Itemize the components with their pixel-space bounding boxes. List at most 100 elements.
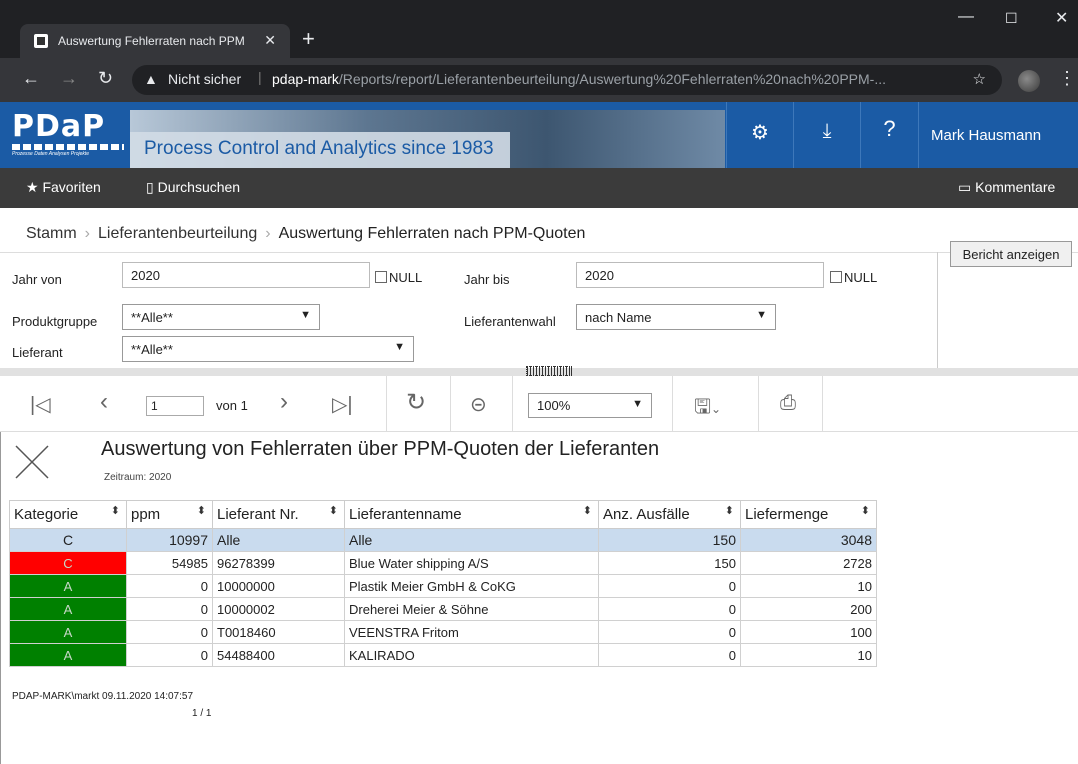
sort-icon[interactable]: ⬍ xyxy=(197,504,206,517)
toolbar-divider xyxy=(512,376,513,432)
cell-kategorie: A xyxy=(9,643,127,667)
cell-liefermenge: 2728 xyxy=(740,551,877,575)
minimize-icon[interactable]: — xyxy=(958,8,974,26)
column-header-label: ppm xyxy=(131,506,161,523)
browse-menu[interactable]: ▯ Durchsuchen xyxy=(146,179,240,196)
toolbar-divider xyxy=(386,376,387,432)
tab-title: Auswertung Fehlerraten nach PPM xyxy=(58,34,245,48)
export-save-icon[interactable]: 🖫⌄ xyxy=(694,392,721,426)
download-icon[interactable]: ⤓ xyxy=(793,102,860,168)
cell-liefermenge: 3048 xyxy=(740,528,877,552)
first-page-icon[interactable]: |◁ xyxy=(30,392,51,417)
null-label: NULL xyxy=(389,270,423,285)
url-input[interactable]: ▲ Nicht sicher | pdap-mark/Reports/repor… xyxy=(132,65,1002,95)
chevron-down-icon: ▼ xyxy=(394,341,405,353)
reload-icon[interactable]: ↻ xyxy=(98,68,113,89)
browse-label: Durchsuchen xyxy=(157,179,241,195)
column-header-label: Lieferant Nr. xyxy=(217,506,299,523)
favorites-menu[interactable]: ★ Favoriten xyxy=(26,179,101,196)
page-count-label: von 1 xyxy=(216,398,248,413)
banner-text: Process Control and Analytics since 1983 xyxy=(130,132,510,168)
toolbar-divider xyxy=(822,376,823,432)
breadcrumb-item-lieferantenbeurteilung[interactable]: Lieferantenbeurteilung xyxy=(98,225,257,242)
column-header-kategorie[interactable]: Kategorie ⬍ xyxy=(9,500,127,529)
cell-kategorie: A xyxy=(9,574,127,598)
bookmark-star-icon[interactable]: ☆ xyxy=(973,70,986,88)
supplier-choice-label: Lieferantenwahl xyxy=(464,314,556,329)
column-header-liefermenge[interactable]: Liefermenge ⬍ xyxy=(740,500,877,529)
last-page-icon[interactable]: ▷| xyxy=(332,392,353,417)
print-icon[interactable]: ⎙ xyxy=(780,392,796,415)
forward-icon[interactable]: → xyxy=(60,68,78,89)
breadcrumb-item-stamm[interactable]: Stamm xyxy=(26,225,77,242)
sort-icon[interactable]: ⬍ xyxy=(725,504,734,517)
maximize-icon[interactable]: ☐ xyxy=(1005,10,1018,27)
cell-lieferant-nr: 10000002 xyxy=(212,597,345,621)
browser-menu-icon[interactable]: ⋮ xyxy=(1058,68,1076,89)
table-row: A 0 10000002 Dreherei Meier & Söhne 0 20… xyxy=(9,597,877,621)
splitter-grip-icon[interactable] xyxy=(526,366,572,376)
chevron-down-icon: ▼ xyxy=(632,398,643,410)
folder-icon: ▯ xyxy=(146,179,158,195)
zoom-select[interactable]: 100% ▼ xyxy=(528,393,652,418)
year-to-input[interactable]: 2020 xyxy=(576,262,824,288)
sort-icon[interactable]: ⬍ xyxy=(111,504,120,517)
sort-icon[interactable]: ⬍ xyxy=(329,504,338,517)
menu-bar: ★ Favoriten ▯ Durchsuchen ▭ Kommentare xyxy=(0,168,1078,208)
year-from-input[interactable]: 2020 xyxy=(122,262,370,288)
cell-ppm: 10997 xyxy=(126,528,213,552)
tab-close-icon[interactable]: ✕ xyxy=(264,32,276,49)
refresh-icon[interactable]: ↻ xyxy=(406,388,426,417)
cell-anz-ausfaelle: 0 xyxy=(598,597,741,621)
browser-tab-bar: Auswertung Fehlerraten nach PPM ✕ + — ☐ … xyxy=(0,0,1078,58)
back-to-parent-icon[interactable]: ⊝ xyxy=(470,392,487,417)
cell-anz-ausfaelle: 150 xyxy=(598,551,741,575)
checkbox-icon xyxy=(375,271,387,283)
supplier-choice-value: nach Name xyxy=(585,310,652,325)
supplier-select[interactable]: **Alle** ▼ xyxy=(122,336,414,362)
next-page-icon[interactable]: › xyxy=(280,388,288,416)
profile-avatar[interactable] xyxy=(1018,70,1040,92)
previous-page-icon[interactable]: ‹ xyxy=(100,388,108,416)
column-header-ppm[interactable]: ppm ⬍ xyxy=(126,500,213,529)
column-header-lieferant-nr[interactable]: Lieferant Nr. ⬍ xyxy=(212,500,345,529)
help-icon[interactable]: ? xyxy=(860,102,918,168)
show-report-button[interactable]: Bericht anzeigen xyxy=(950,241,1072,267)
year-to-null-checkbox[interactable]: NULL xyxy=(830,270,877,285)
product-group-select[interactable]: **Alle** ▼ xyxy=(122,304,320,330)
cell-lieferantenname: Blue Water shipping A/S xyxy=(344,551,599,575)
report-table: Kategorie ⬍ ppm ⬍ Lieferant Nr. ⬍ Lieferant… xyxy=(9,500,877,667)
window-close-icon[interactable]: ✕ xyxy=(1055,8,1068,28)
comments-menu[interactable]: ▭ Kommentare xyxy=(958,179,1055,196)
pdap-logo[interactable]: PDaP Prozesse Daten Analysen Projekte xyxy=(12,112,127,162)
chevron-down-icon: ▼ xyxy=(756,309,767,321)
supplier-choice-select[interactable]: nach Name ▼ xyxy=(576,304,776,330)
column-header-anz-ausfaelle[interactable]: Anz. Ausfälle ⬍ xyxy=(598,500,741,529)
checkbox-icon xyxy=(830,271,842,283)
column-header-lieferantenname[interactable]: Lieferantenname ⬍ xyxy=(344,500,599,529)
url-text: pdap-mark/Reports/report/Lieferantenbeur… xyxy=(272,71,886,87)
sort-icon[interactable]: ⬍ xyxy=(583,504,592,517)
column-header-label: Anz. Ausfälle xyxy=(603,506,690,523)
breadcrumb: Stamm › Lieferantenbeurteilung › Auswertung … xyxy=(26,225,585,243)
chevron-right-icon: › xyxy=(84,225,90,242)
sort-icon[interactable]: ⬍ xyxy=(861,504,870,517)
page-number-input[interactable]: 1 xyxy=(146,396,204,416)
comment-icon: ▭ xyxy=(958,179,976,195)
insecure-label: Nicht sicher xyxy=(168,71,242,87)
chevron-right-icon: › xyxy=(265,225,271,242)
settings-gear-icon[interactable]: ⚙ xyxy=(726,102,793,168)
column-header-label: Liefermenge xyxy=(745,506,829,523)
user-menu[interactable]: Mark Hausmann xyxy=(918,102,1078,168)
header-banner: Process Control and Analytics since 1983 xyxy=(130,110,725,168)
browser-tab[interactable]: Auswertung Fehlerraten nach PPM ✕ xyxy=(20,24,290,58)
year-from-null-checkbox[interactable]: NULL xyxy=(375,270,422,285)
url-path: /Reports/report/Lieferantenbeurteilung/A… xyxy=(338,71,887,87)
new-tab-icon[interactable]: + xyxy=(302,26,315,52)
cell-liefermenge: 10 xyxy=(740,574,877,598)
report-favicon-icon xyxy=(34,34,48,48)
comments-label: Kommentare xyxy=(975,179,1056,195)
back-icon[interactable]: ← xyxy=(22,68,40,89)
cell-lieferantenname: VEENSTRA Fritom xyxy=(344,620,599,644)
cell-lieferantenname: Dreherei Meier & Söhne xyxy=(344,597,599,621)
